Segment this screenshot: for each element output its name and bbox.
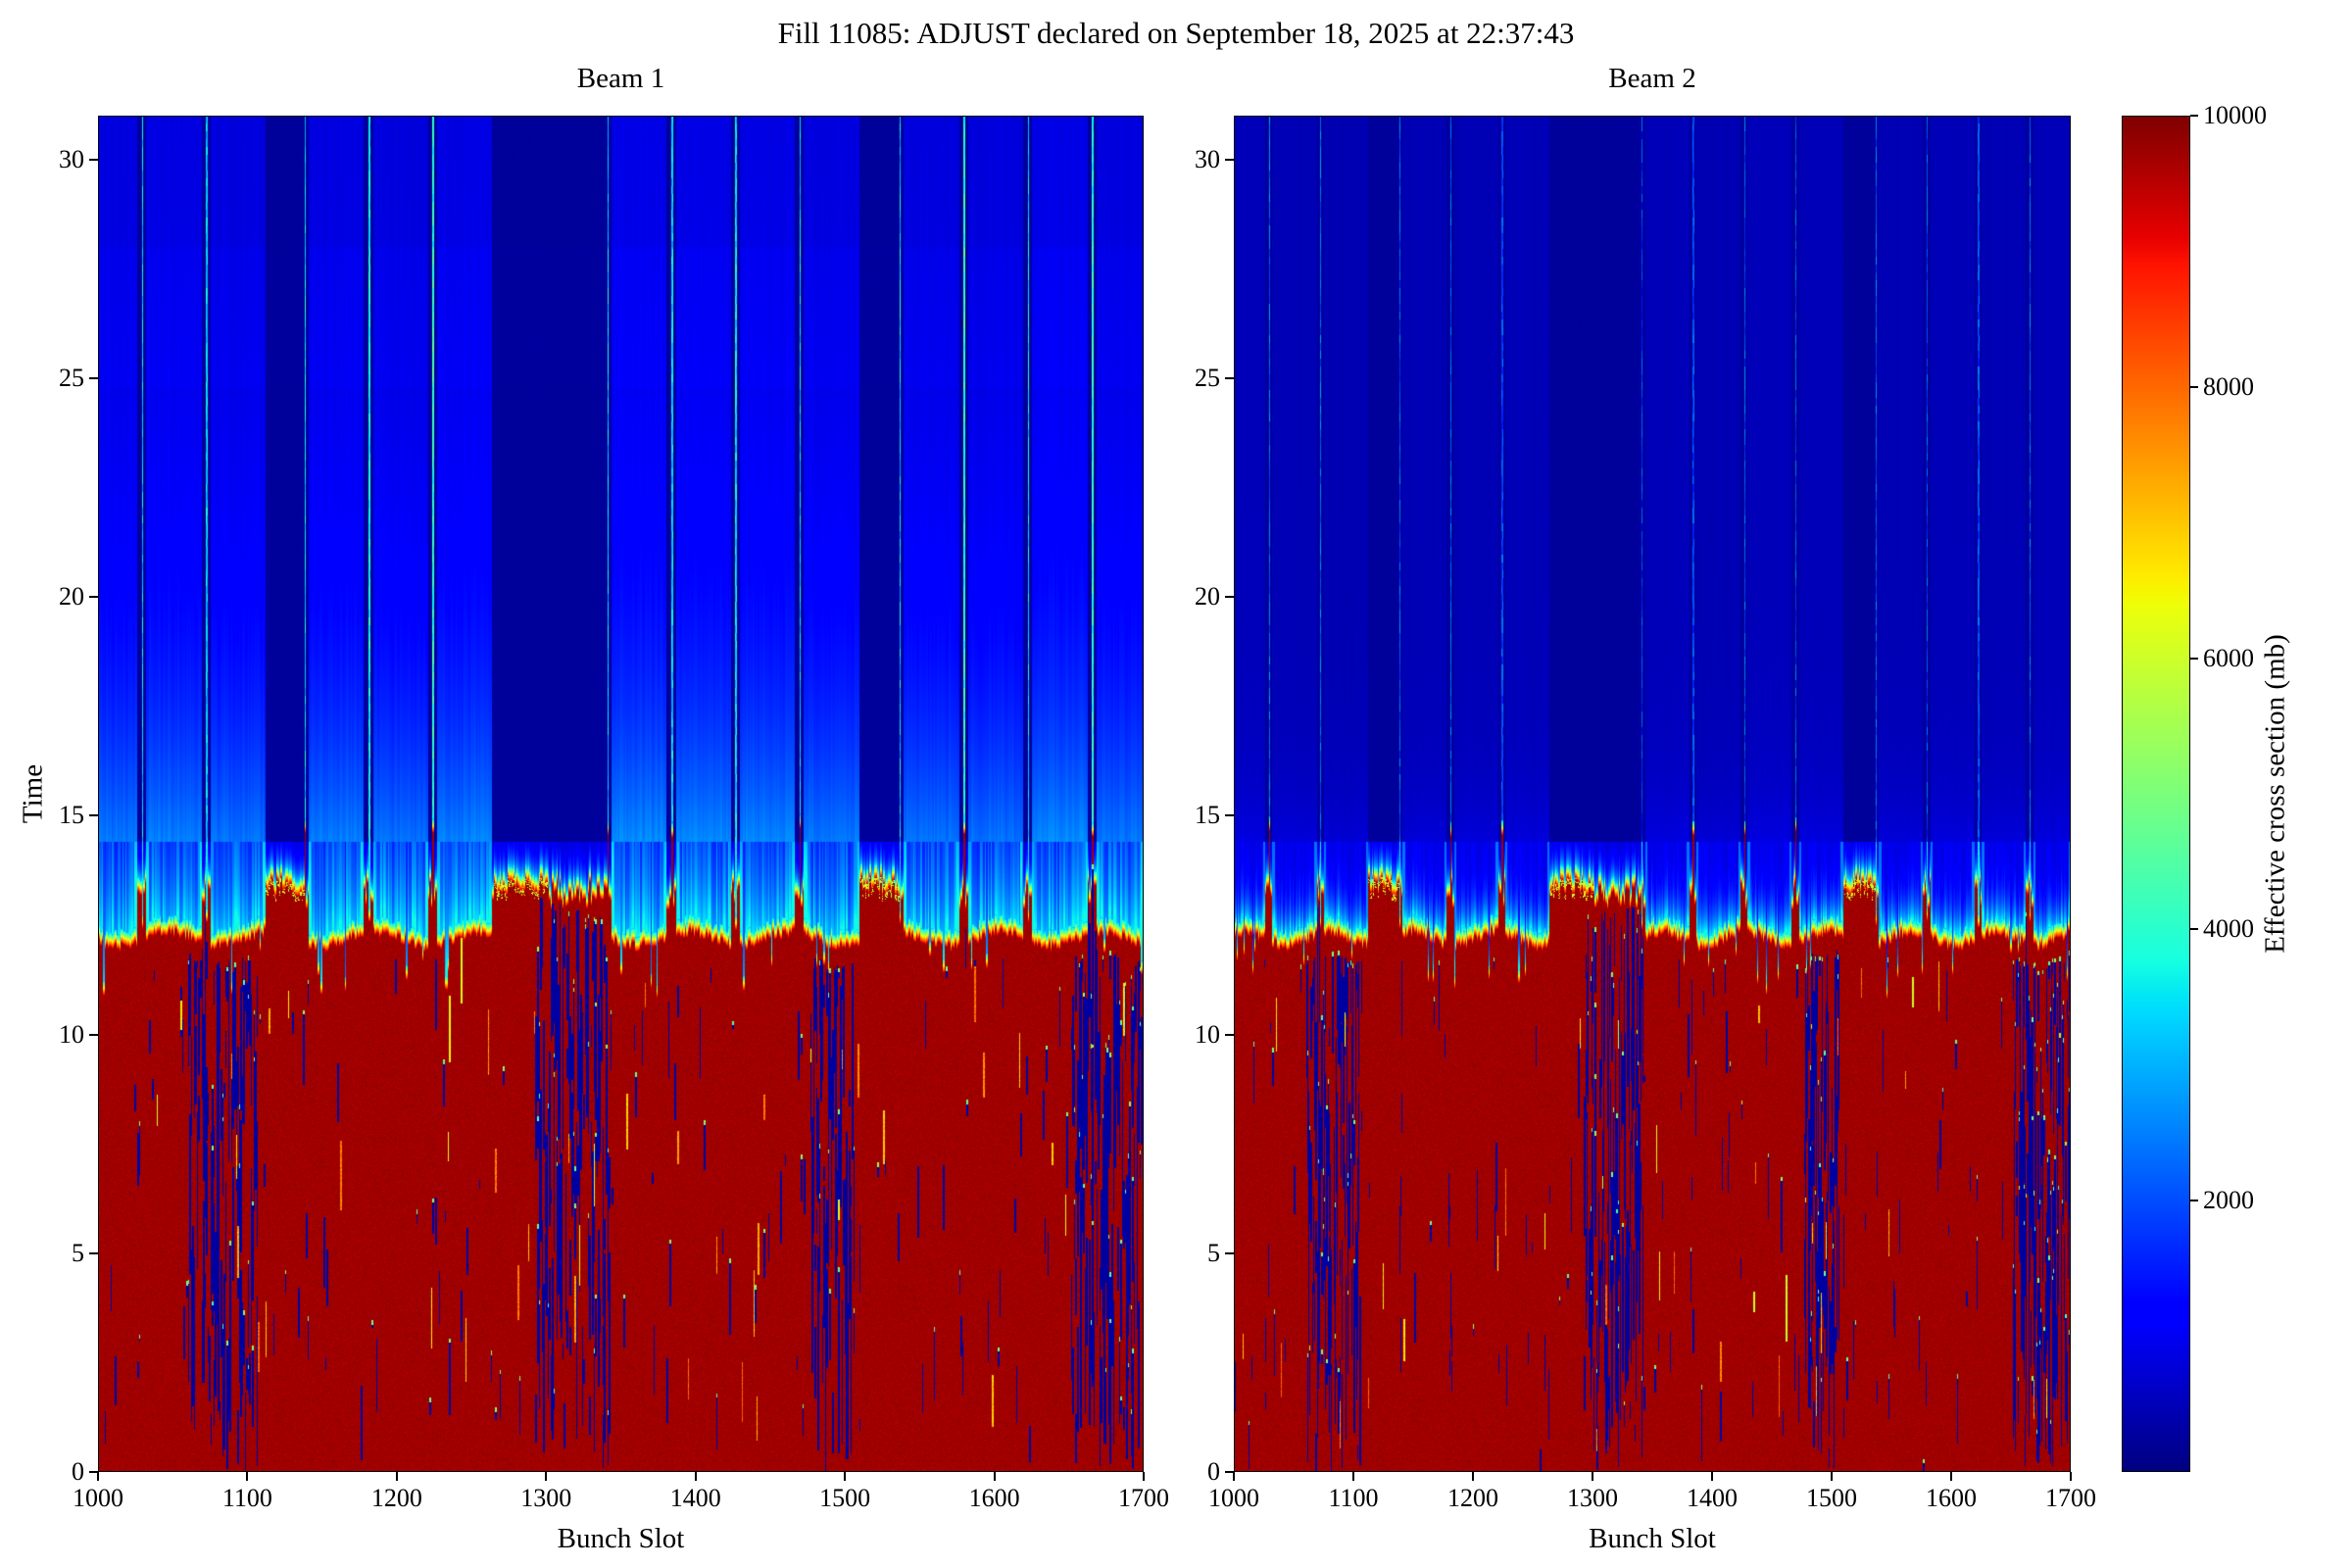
- colorbar-tick-label: 6000: [2203, 643, 2254, 672]
- colorbar-label: Effective cross section (mb): [2259, 634, 2291, 954]
- colorbar-tick-mark: [2190, 385, 2198, 388]
- y-tick-mark: [1225, 158, 1234, 161]
- y-tick-label: 5: [1207, 1238, 1220, 1267]
- x-tick-mark: [1950, 1472, 1952, 1481]
- y-tick-label: 20: [59, 582, 84, 612]
- x-tick-mark: [545, 1472, 548, 1481]
- figure-title: Fill 11085: ADJUST declared on September…: [777, 16, 1575, 50]
- y-tick-mark: [89, 596, 98, 599]
- colorbar-tick-mark: [2190, 657, 2198, 660]
- y-tick-label: 0: [72, 1457, 84, 1486]
- y-tick-label: 5: [72, 1238, 84, 1267]
- x-axis-label-beam1: Bunch Slot: [557, 1523, 685, 1554]
- figure: Fill 11085: ADJUST declared on September…: [0, 0, 2352, 1568]
- x-tick-mark: [1472, 1472, 1474, 1481]
- x-tick-label: 1000: [1208, 1484, 1259, 1512]
- panel-title-beam2: Beam 2: [1608, 63, 1696, 94]
- x-tick-label: 1300: [520, 1484, 572, 1512]
- x-tick-mark: [1831, 1472, 1833, 1481]
- y-tick-label: 10: [1195, 1019, 1220, 1049]
- x-tick-label: 1300: [1567, 1484, 1618, 1512]
- y-tick-mark: [89, 814, 98, 817]
- x-tick-mark: [993, 1472, 996, 1481]
- x-tick-label: 1100: [221, 1484, 272, 1512]
- colorbar-tick-label: 10000: [2203, 101, 2267, 129]
- y-tick-mark: [89, 1251, 98, 1254]
- colorbar-tick-label: 4000: [2203, 914, 2254, 944]
- x-tick-label: 1100: [1328, 1484, 1379, 1512]
- heatmap-beam1: [98, 116, 1144, 1472]
- x-tick-label: 1500: [819, 1484, 871, 1512]
- panel-title-beam1: Beam 1: [576, 63, 665, 94]
- x-tick-mark: [1352, 1472, 1354, 1481]
- y-tick-mark: [1225, 1471, 1234, 1473]
- y-tick-mark: [89, 376, 98, 379]
- x-tick-label: 1200: [1447, 1484, 1498, 1512]
- y-tick-mark: [89, 1471, 98, 1473]
- colorbar-tick-label: 2000: [2203, 1186, 2254, 1215]
- colorbar-tick-mark: [2190, 1200, 2198, 1202]
- x-tick-label: 1200: [370, 1484, 422, 1512]
- y-tick-label: 0: [1207, 1457, 1220, 1486]
- y-tick-mark: [1225, 1033, 1234, 1036]
- colorbar-tick-mark: [2190, 928, 2198, 931]
- y-tick-label: 10: [59, 1019, 84, 1049]
- x-tick-mark: [1233, 1472, 1235, 1481]
- y-tick-label: 25: [59, 363, 84, 392]
- x-tick-label: 1400: [669, 1484, 721, 1512]
- heatmap-beam2: [1234, 116, 2071, 1472]
- x-tick-mark: [844, 1472, 847, 1481]
- y-tick-mark: [1225, 814, 1234, 817]
- y-tick-mark: [1225, 1251, 1234, 1254]
- y-tick-mark: [89, 158, 98, 161]
- x-tick-mark: [1711, 1472, 1713, 1481]
- x-tick-label: 1400: [1687, 1484, 1738, 1512]
- y-tick-mark: [1225, 376, 1234, 379]
- x-axis-label-beam2: Bunch Slot: [1589, 1523, 1716, 1554]
- y-tick-label: 30: [1195, 144, 1220, 173]
- x-tick-mark: [1592, 1472, 1593, 1481]
- y-tick-label: 20: [1195, 582, 1220, 612]
- y-tick-label: 30: [59, 144, 84, 173]
- x-tick-label: 1600: [968, 1484, 1020, 1512]
- x-tick-label: 1000: [73, 1484, 123, 1512]
- y-tick-label: 15: [59, 801, 84, 830]
- x-tick-mark: [246, 1472, 249, 1481]
- x-tick-label: 1700: [2045, 1484, 2096, 1512]
- x-tick-label: 1500: [1806, 1484, 1857, 1512]
- colorbar-gradient: [2122, 116, 2190, 1472]
- y-tick-mark: [89, 1033, 98, 1036]
- x-tick-mark: [694, 1472, 697, 1481]
- colorbar-tick-label: 8000: [2203, 371, 2254, 401]
- colorbar-tick-mark: [2190, 115, 2198, 117]
- y-tick-label: 25: [1195, 363, 1220, 392]
- y-tick-label: 15: [1195, 801, 1220, 830]
- y-tick-mark: [1225, 596, 1234, 599]
- x-tick-mark: [2070, 1472, 2072, 1481]
- x-tick-label: 1600: [1926, 1484, 1977, 1512]
- x-tick-mark: [395, 1472, 398, 1481]
- x-tick-mark: [97, 1472, 99, 1481]
